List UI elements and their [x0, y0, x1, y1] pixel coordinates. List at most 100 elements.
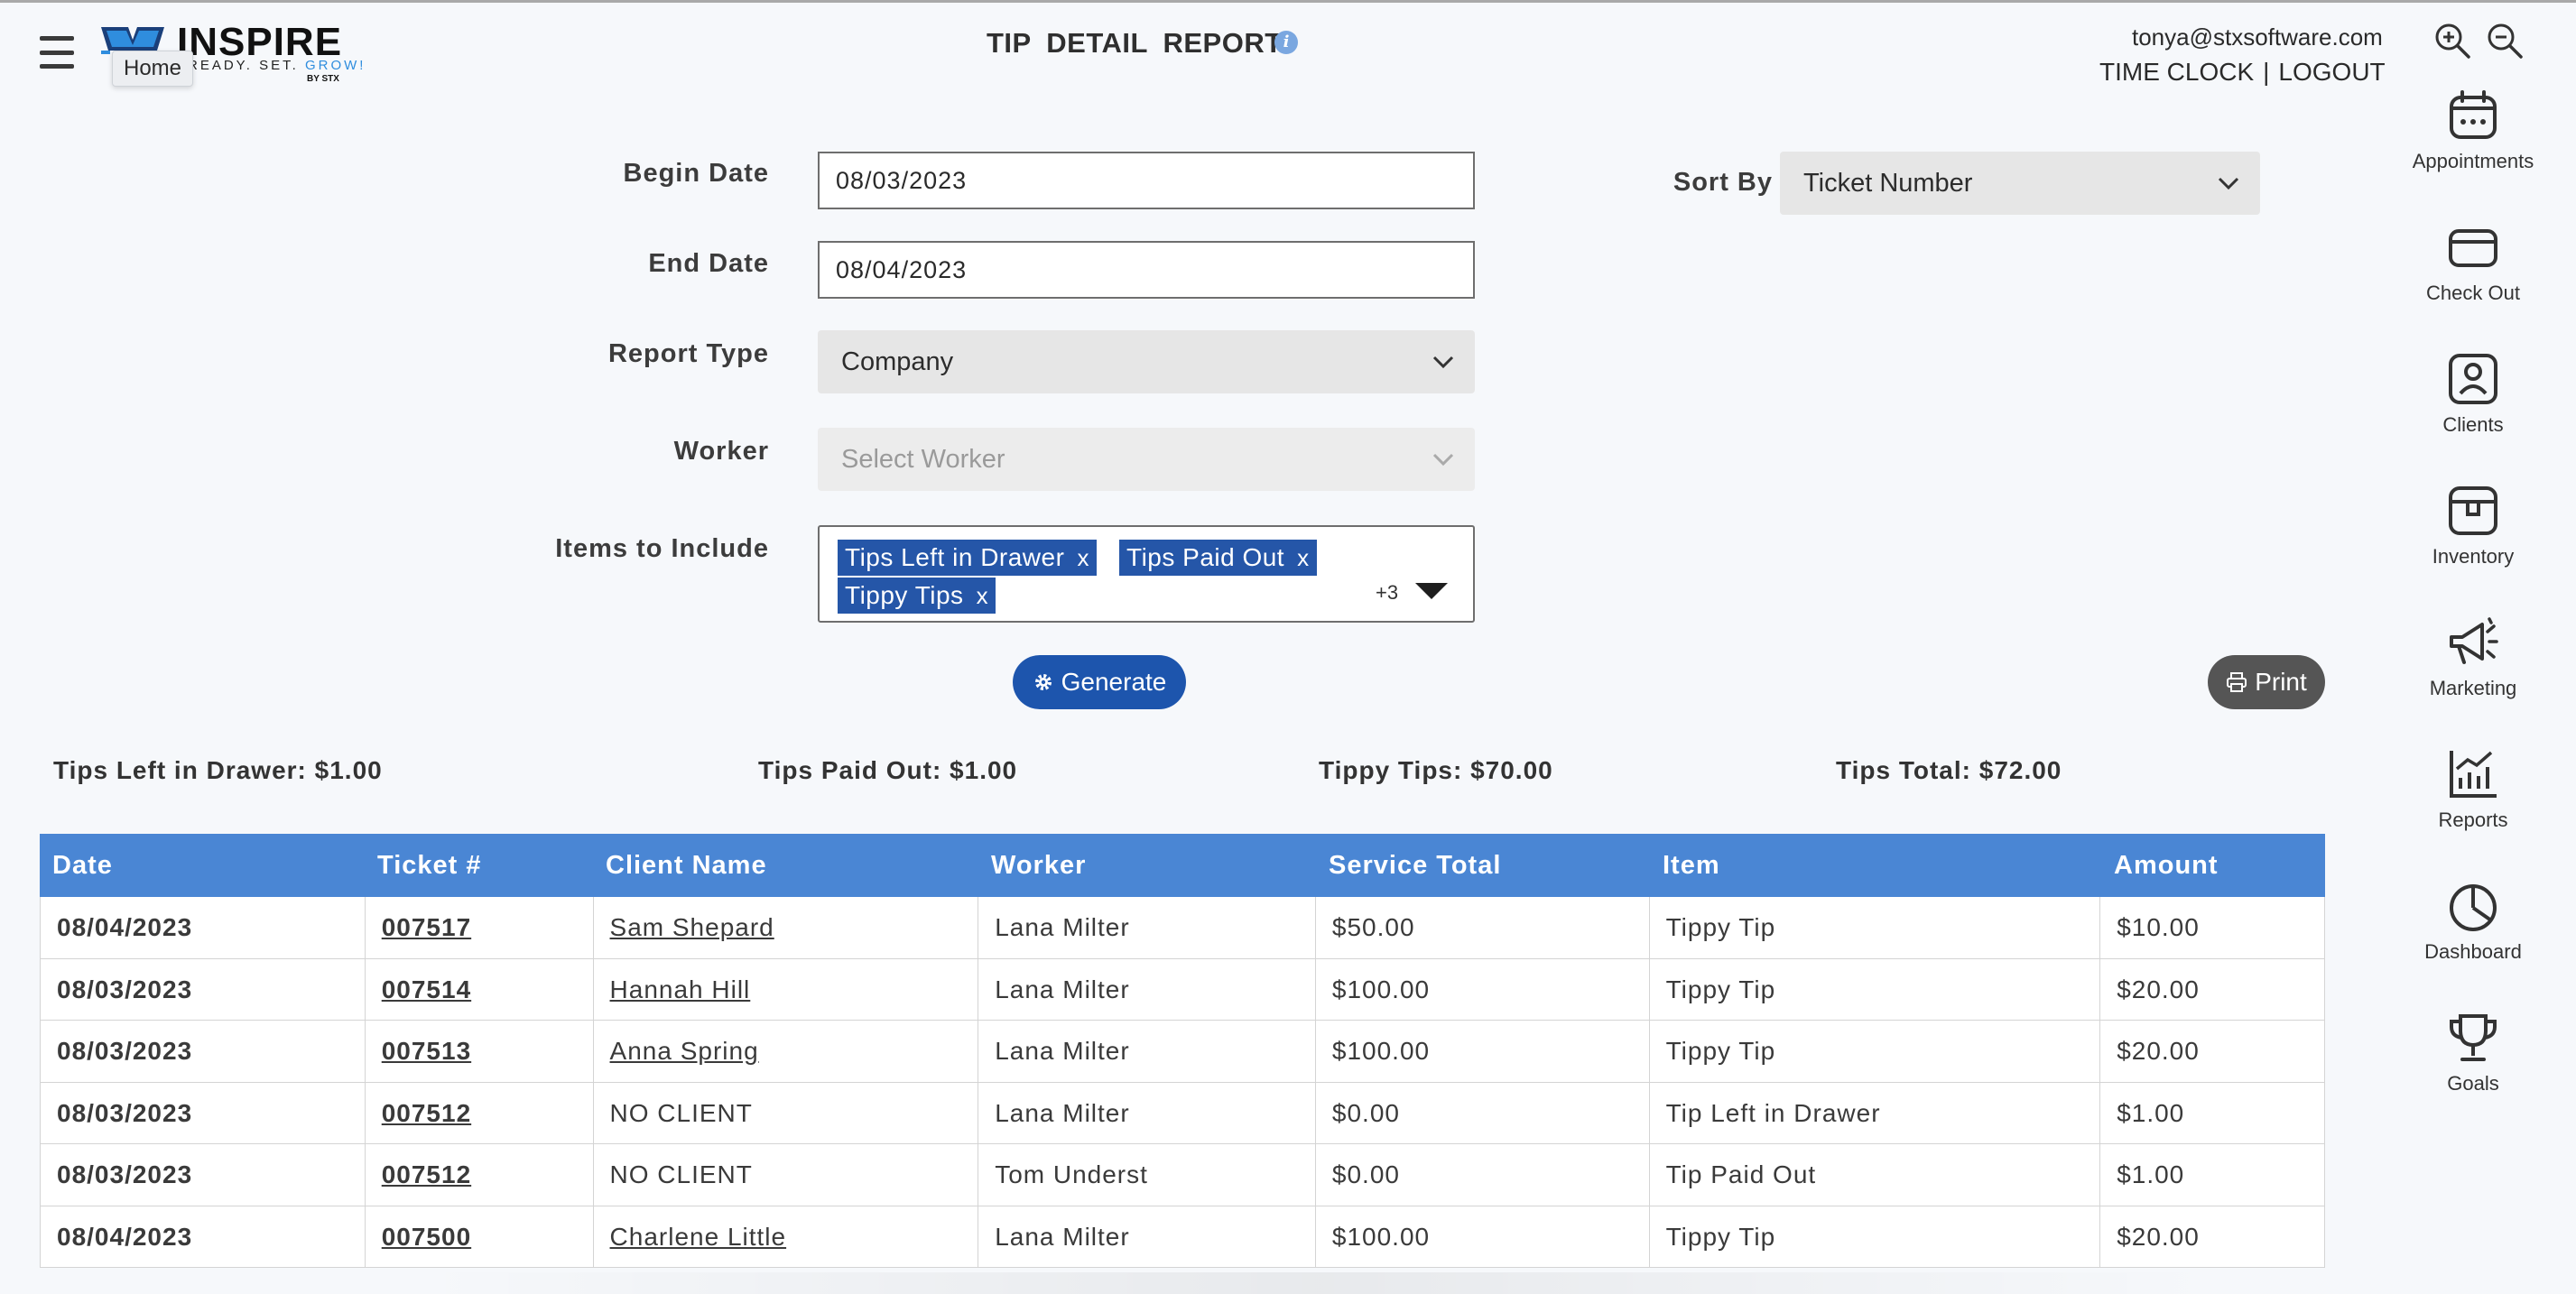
item-tag: Tippy Tips x — [838, 578, 996, 614]
table-header: Date Ticket # Client Name Worker Service… — [40, 834, 2325, 897]
print-button[interactable]: Print — [2208, 655, 2325, 709]
cell-item: Tip Paid Out — [1650, 1144, 2101, 1206]
trophy-icon — [2450, 1014, 2497, 1061]
top-links: TIME CLOCK | LOGOUT — [2099, 58, 2386, 87]
logo-mark-icon — [101, 27, 164, 54]
cell-date: 08/03/2023 — [41, 1082, 366, 1143]
cell-ticket-link[interactable]: 007514 — [366, 958, 594, 1020]
chevron-down-icon — [1432, 356, 1454, 369]
items-multiselect[interactable]: Tips Left in Drawer x Tips Paid Out x Tipp… — [818, 525, 1475, 623]
column-header-amount[interactable]: Amount — [2101, 834, 2325, 897]
credit-card-icon — [2449, 229, 2497, 267]
cell-date: 08/04/2023 — [41, 897, 366, 958]
nav-clients[interactable]: Clients — [2401, 352, 2545, 437]
table-row: 08/03/2023 007512 NO CLIENT Lana Milter … — [40, 1082, 2325, 1144]
cell-date: 08/03/2023 — [41, 1021, 366, 1082]
cell-ticket-link[interactable]: 007512 — [366, 1082, 594, 1143]
nav-inventory[interactable]: Inventory — [2401, 484, 2545, 568]
remove-tag-icon[interactable]: x — [1077, 544, 1089, 571]
tip-detail-table: Date Ticket # Client Name Worker Service… — [40, 834, 2325, 1268]
megaphone-icon — [2450, 617, 2498, 664]
items-to-include-label: Items to Include — [555, 534, 769, 563]
cell-client-link[interactable]: Charlene Little — [594, 1206, 979, 1267]
person-icon — [2449, 354, 2497, 404]
column-header-date[interactable]: Date — [40, 834, 365, 897]
end-date-input[interactable] — [818, 241, 1475, 299]
worker-placeholder: Select Worker — [841, 444, 1005, 474]
column-header-item[interactable]: Item — [1650, 834, 2101, 897]
cell-worker: Lana Milter — [978, 1021, 1316, 1082]
nav-reports[interactable]: Reports — [2401, 747, 2545, 832]
cell-worker: Lana Milter — [978, 1206, 1316, 1267]
page-title: TIP DETAIL REPORT — [987, 27, 1283, 59]
box-icon — [2449, 486, 2497, 535]
report-type-select[interactable]: Company — [818, 330, 1475, 393]
cell-service-total: $0.00 — [1316, 1144, 1650, 1206]
sort-by-select[interactable]: Ticket Number — [1780, 152, 2260, 215]
user-email: tonya@stxsoftware.com — [2132, 23, 2383, 51]
summary-tips-left-in-drawer: Tips Left in Drawer: $1.00 — [53, 756, 383, 784]
cell-amount: $1.00 — [2117, 1160, 2185, 1188]
print-label: Print — [2255, 668, 2307, 696]
nav-label: Marketing — [2429, 677, 2517, 699]
begin-date-label: Begin Date — [623, 159, 769, 188]
info-icon[interactable]: i — [1274, 31, 1298, 54]
nav-dashboard[interactable]: Dashboard — [2401, 879, 2545, 964]
cell-worker: Lana Milter — [978, 1082, 1316, 1143]
table-row: 08/03/2023 007513 Anna Spring Lana Milte… — [40, 1021, 2325, 1083]
report-type-label: Report Type — [607, 339, 769, 368]
nav-marketing[interactable]: Marketing — [2401, 615, 2545, 700]
remove-tag-icon[interactable]: x — [1297, 544, 1310, 571]
cell-client-link[interactable]: Anna Spring — [594, 1021, 979, 1082]
remove-tag-icon[interactable]: x — [977, 582, 989, 609]
cell-item: Tip Left in Drawer — [1650, 1082, 2101, 1143]
cell-worker: Tom Underst — [978, 1144, 1316, 1206]
time-clock-link[interactable]: TIME CLOCK — [2099, 58, 2254, 86]
begin-date-input[interactable] — [818, 152, 1475, 209]
column-header-client-name[interactable]: Client Name — [593, 834, 978, 897]
cell-service-total: $0.00 — [1316, 1082, 1650, 1143]
caret-down-icon[interactable] — [1415, 583, 1448, 599]
logo-tagline: READY. SET. GROW! — [188, 58, 366, 73]
table-row: 08/04/2023 007500 Charlene Little Lana M… — [40, 1206, 2325, 1268]
chevron-down-icon — [2218, 177, 2239, 190]
cell-service-total: $100.00 — [1316, 1206, 1650, 1267]
logout-link[interactable]: LOGOUT — [2278, 58, 2385, 86]
nav-label: Reports — [2438, 809, 2508, 831]
table-row: 08/03/2023 007514 Hannah Hill Lana Milte… — [40, 958, 2325, 1021]
column-header-ticket[interactable]: Ticket # — [365, 834, 593, 897]
column-header-worker[interactable]: Worker — [978, 834, 1316, 897]
column-header-service-total[interactable]: Service Total — [1316, 834, 1650, 897]
cell-worker: Lana Milter — [978, 958, 1316, 1020]
gear-icon — [1034, 674, 1052, 690]
cell-date: 08/03/2023 — [41, 958, 366, 1020]
cell-ticket-link[interactable]: 007500 — [366, 1206, 594, 1267]
cell-client: NO CLIENT — [594, 1144, 979, 1206]
calendar-icon — [2450, 90, 2497, 139]
cell-client-link[interactable]: Sam Shepard — [594, 897, 979, 958]
table-row: 08/04/2023 007517 Sam Shepard Lana Milte… — [40, 897, 2325, 959]
nav-check-out[interactable]: Check Out — [2401, 220, 2545, 305]
zoom-in-icon[interactable] — [2433, 22, 2471, 60]
nav-appointments[interactable]: Appointments — [2401, 88, 2545, 173]
cell-client-link[interactable]: Hannah Hill — [594, 958, 979, 1020]
cell-ticket-link[interactable]: 007517 — [366, 897, 594, 958]
cell-date: 08/04/2023 — [41, 1206, 366, 1267]
item-tag: Tips Paid Out x — [1119, 540, 1317, 576]
cell-item: Tippy Tip — [1650, 958, 2101, 1020]
cell-amount: $10.00 — [2117, 913, 2200, 941]
cell-ticket-link[interactable]: 007513 — [366, 1021, 594, 1082]
cell-amount: $20.00 — [2117, 1037, 2200, 1065]
cell-item: Tippy Tip — [1650, 1206, 2101, 1267]
worker-select[interactable]: Select Worker — [818, 428, 1475, 491]
zoom-out-icon[interactable] — [2486, 22, 2524, 60]
cell-ticket-link[interactable]: 007512 — [366, 1144, 594, 1206]
nav-goals[interactable]: Goals — [2401, 1011, 2545, 1095]
sort-by-label: Sort By — [1673, 168, 1773, 197]
generate-button[interactable]: Generate — [1013, 655, 1186, 709]
bottom-shadow — [415, 1272, 2220, 1294]
summary-tippy-tips: Tippy Tips: $70.00 — [1319, 756, 1553, 784]
hamburger-menu-icon[interactable] — [40, 36, 74, 69]
cell-client: NO CLIENT — [594, 1082, 979, 1143]
cell-item: Tippy Tip — [1650, 897, 2101, 958]
